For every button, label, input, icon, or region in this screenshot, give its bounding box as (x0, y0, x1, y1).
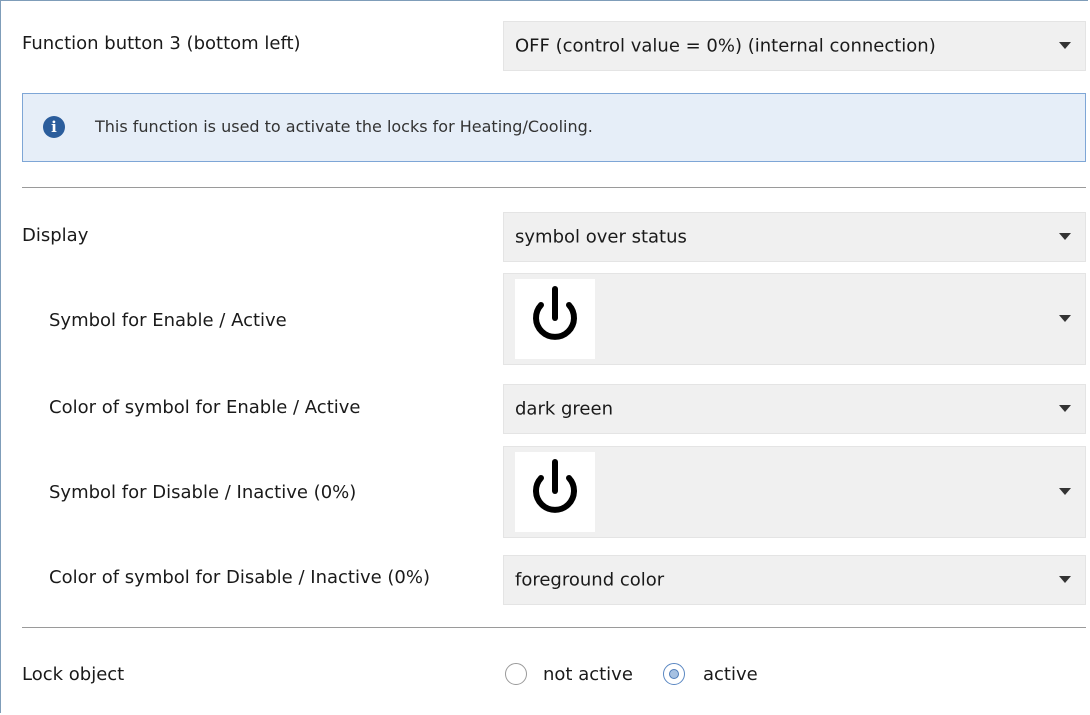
symbol-enable-dropdown[interactable] (503, 273, 1086, 365)
chevron-down-icon (1059, 233, 1071, 240)
color-enable-dropdown[interactable]: dark green (503, 384, 1086, 434)
chevron-down-icon (1059, 315, 1071, 322)
symbol-disable-label: Symbol for Disable / Inactive (0%) (49, 482, 357, 503)
info-box: i This function is used to activate the … (22, 93, 1086, 162)
separator (22, 187, 1086, 188)
color-enable-value: dark green (515, 398, 613, 420)
radio-not-active[interactable] (505, 663, 527, 685)
function-button-dropdown[interactable]: OFF (control value = 0%) (internal conne… (503, 21, 1086, 71)
color-disable-label: Color of symbol for Disable / Inactive (… (49, 567, 431, 588)
function-button-label: Function button 3 (bottom left) (22, 33, 301, 54)
symbol-enable-label: Symbol for Enable / Active (49, 310, 287, 331)
display-dropdown[interactable]: symbol over status (503, 212, 1086, 262)
chevron-down-icon (1059, 42, 1071, 49)
radio-active-label[interactable]: active (703, 664, 758, 685)
color-disable-dropdown[interactable]: foreground color (503, 555, 1086, 605)
separator (22, 627, 1086, 628)
power-icon (515, 452, 595, 532)
display-value: symbol over status (515, 226, 687, 248)
chevron-down-icon (1059, 488, 1071, 495)
function-button-value: OFF (control value = 0%) (internal conne… (515, 35, 936, 57)
color-disable-value: foreground color (515, 569, 665, 591)
chevron-down-icon (1059, 576, 1071, 583)
radio-not-active-label[interactable]: not active (543, 664, 633, 685)
chevron-down-icon (1059, 405, 1071, 412)
lock-object-label: Lock object (22, 664, 125, 685)
power-icon (515, 279, 595, 359)
display-label: Display (22, 225, 89, 246)
radio-active[interactable] (663, 663, 685, 685)
info-text: This function is used to activate the lo… (95, 117, 593, 136)
symbol-disable-dropdown[interactable] (503, 446, 1086, 538)
color-enable-label: Color of symbol for Enable / Active (49, 397, 361, 418)
info-icon: i (43, 116, 65, 138)
